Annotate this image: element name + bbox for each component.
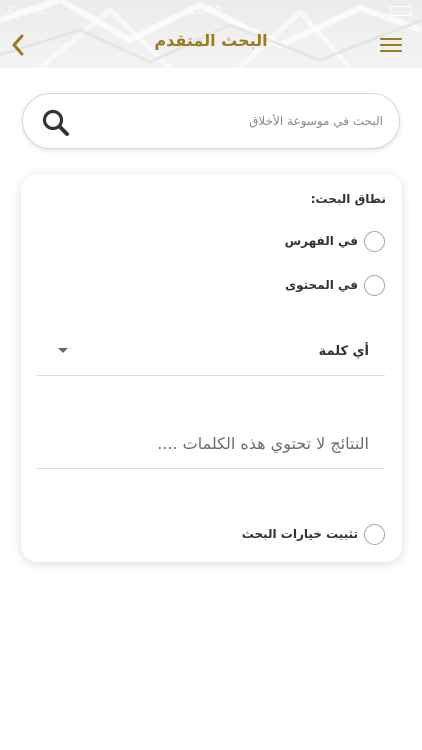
search-button[interactable] <box>41 108 71 138</box>
app-header: Carrier 10:00 البحث المتقدم <box>0 0 422 68</box>
pin-search-options-label: تثبيت خيارات البحث <box>241 527 358 541</box>
status-bar: Carrier 10:00 <box>0 2 422 20</box>
search-bar <box>22 93 400 149</box>
exclude-words-input[interactable] <box>37 428 385 458</box>
radio-button[interactable] <box>364 274 385 296</box>
match-mode-value: أي كلمة <box>318 344 369 359</box>
menu-button[interactable] <box>380 38 404 54</box>
hamburger-icon <box>380 38 402 40</box>
battery-icon <box>390 6 412 16</box>
search-options-card: نطاق البحث: في الفهرس في المحتوى أي كلمة… <box>21 174 402 562</box>
carrier-label: Carrier <box>8 4 46 17</box>
scope-option-index[interactable]: في الفهرس <box>285 229 385 253</box>
radio-button[interactable] <box>364 523 385 545</box>
radio-button[interactable] <box>364 230 385 252</box>
search-icon <box>42 109 69 136</box>
pin-search-options[interactable]: تثبيت خيارات البحث <box>242 522 385 546</box>
match-mode-dropdown[interactable]: أي كلمة <box>37 336 385 376</box>
exclude-words-field <box>37 424 385 469</box>
page-title: البحث المتقدم <box>154 31 268 50</box>
search-input[interactable] <box>93 102 383 140</box>
search-scope-label: نطاق البحث: <box>310 192 386 206</box>
status-clock: 10:00 <box>190 4 222 17</box>
caret-down-icon <box>58 348 68 353</box>
scope-option-content[interactable]: في المحتوى <box>285 273 385 297</box>
scope-option-content-label: في المحتوى <box>285 278 358 292</box>
scope-option-index-label: في الفهرس <box>284 234 358 248</box>
